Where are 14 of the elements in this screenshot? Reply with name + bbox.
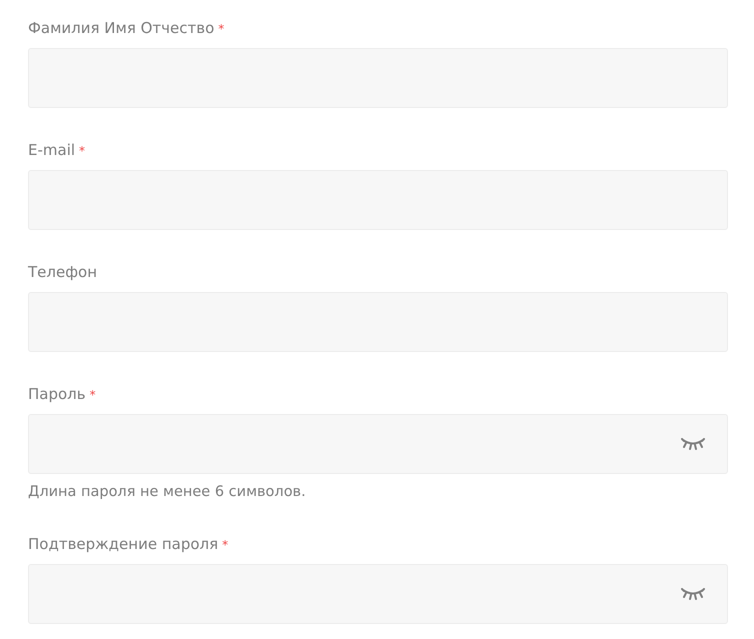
required-mark: * [218,22,224,36]
eye-closed-icon[interactable] [681,438,705,450]
hint-text: Длина пароля не менее 6 символов. [28,483,307,502]
required-mark: * [79,144,86,158]
field-label: Пароль [28,384,86,404]
required-mark: * [222,538,228,552]
field-label: Подтверждение пароля [28,534,218,554]
field-label: E-mail [28,140,76,160]
eye-closed-icon[interactable] [681,588,705,600]
field-label: Фамилия Имя Отчество [28,18,214,38]
password-field[interactable] [28,414,728,474]
field-label: Телефон [28,262,98,282]
required-mark: * [90,388,96,402]
password-field[interactable] [28,564,728,624]
